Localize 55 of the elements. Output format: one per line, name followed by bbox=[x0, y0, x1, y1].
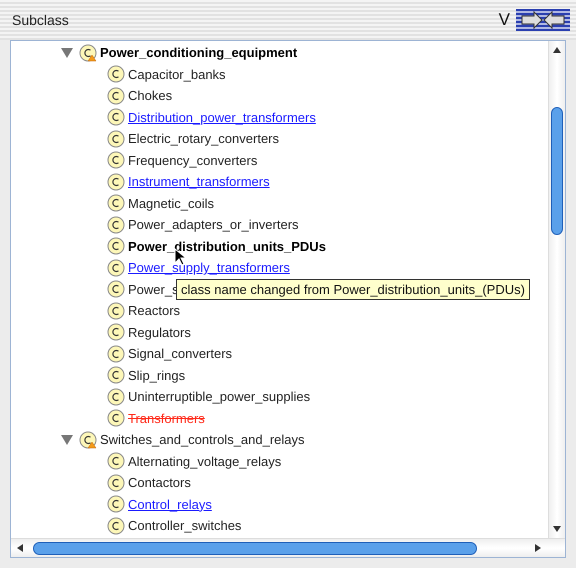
disclosure-triangle[interactable] bbox=[61, 48, 73, 58]
class-icon bbox=[107, 516, 125, 535]
vertical-scroll-thumb[interactable] bbox=[551, 107, 563, 235]
class-name[interactable]: Regulators bbox=[128, 324, 191, 340]
class-name[interactable]: Electric_rotary_converters bbox=[128, 131, 279, 146]
class-name[interactable]: Power_distribution_units_PDUs bbox=[128, 238, 326, 254]
class-name[interactable]: Capacitor_banks bbox=[128, 66, 226, 82]
panel-title: Subclass bbox=[12, 12, 70, 28]
class-icon bbox=[107, 280, 125, 298]
view-label: V bbox=[498, 10, 510, 30]
class-name[interactable]: Power_conditioning_equipment bbox=[100, 45, 298, 60]
class-icon bbox=[107, 258, 125, 277]
class-icon bbox=[107, 172, 125, 191]
class-name[interactable]: Uninterruptible_power_supplies bbox=[128, 389, 310, 404]
class-icon bbox=[107, 302, 125, 320]
class-icon bbox=[107, 388, 125, 406]
class-name[interactable]: Alternating_voltage_relays bbox=[128, 454, 282, 469]
class-icon bbox=[107, 130, 125, 148]
class-name[interactable]: Signal_converters bbox=[128, 346, 232, 362]
scroll-right-arrow-icon[interactable] bbox=[533, 543, 543, 553]
class-name[interactable]: Transformers bbox=[128, 410, 205, 426]
class-name[interactable]: Distribution_power_transformers bbox=[128, 110, 316, 125]
class-name[interactable]: Contactors bbox=[128, 475, 191, 490]
class-icon bbox=[107, 452, 125, 470]
class-name[interactable]: Power_adapters_or_inverters bbox=[128, 217, 299, 232]
class-name[interactable]: Chokes bbox=[128, 88, 172, 104]
class-icon bbox=[107, 151, 125, 170]
class-name[interactable]: Instrument_transformers bbox=[128, 174, 270, 190]
class-icon bbox=[107, 237, 125, 256]
class-name[interactable]: Controller_switches bbox=[128, 518, 242, 534]
class-name[interactable]: Slip_rings bbox=[128, 368, 186, 383]
tooltip: class name changed from Power_distribution_units_(PDUs) bbox=[176, 279, 530, 300]
class-icon bbox=[107, 495, 125, 514]
class-icon bbox=[107, 409, 125, 428]
class-icon bbox=[107, 65, 125, 84]
arrows-icon[interactable] bbox=[516, 9, 570, 31]
class-icon bbox=[107, 108, 125, 126]
class-icon bbox=[107, 366, 125, 384]
class-name[interactable]: Frequency_converters bbox=[128, 152, 258, 168]
scroll-up-arrow-icon[interactable] bbox=[552, 45, 562, 55]
class-icon bbox=[107, 86, 125, 105]
scroll-left-arrow-icon[interactable] bbox=[15, 543, 25, 553]
class-name[interactable]: Reactors bbox=[128, 303, 180, 318]
class-name[interactable]: Switches_and_controls_and_relays bbox=[100, 432, 305, 448]
scroll-down-arrow-icon[interactable] bbox=[552, 524, 562, 534]
class-name[interactable]: Power_supply_transformers bbox=[128, 260, 290, 276]
horizontal-scroll-thumb[interactable] bbox=[33, 542, 477, 554]
class-icon bbox=[107, 194, 125, 212]
class-name[interactable]: Magnetic_coils bbox=[128, 196, 214, 211]
class-icon bbox=[107, 344, 125, 363]
disclosure-triangle[interactable] bbox=[61, 434, 73, 445]
class-icon bbox=[107, 474, 125, 492]
class-icon bbox=[107, 323, 125, 342]
class-icon bbox=[107, 216, 125, 234]
class-name[interactable]: Control_relays bbox=[128, 496, 212, 512]
